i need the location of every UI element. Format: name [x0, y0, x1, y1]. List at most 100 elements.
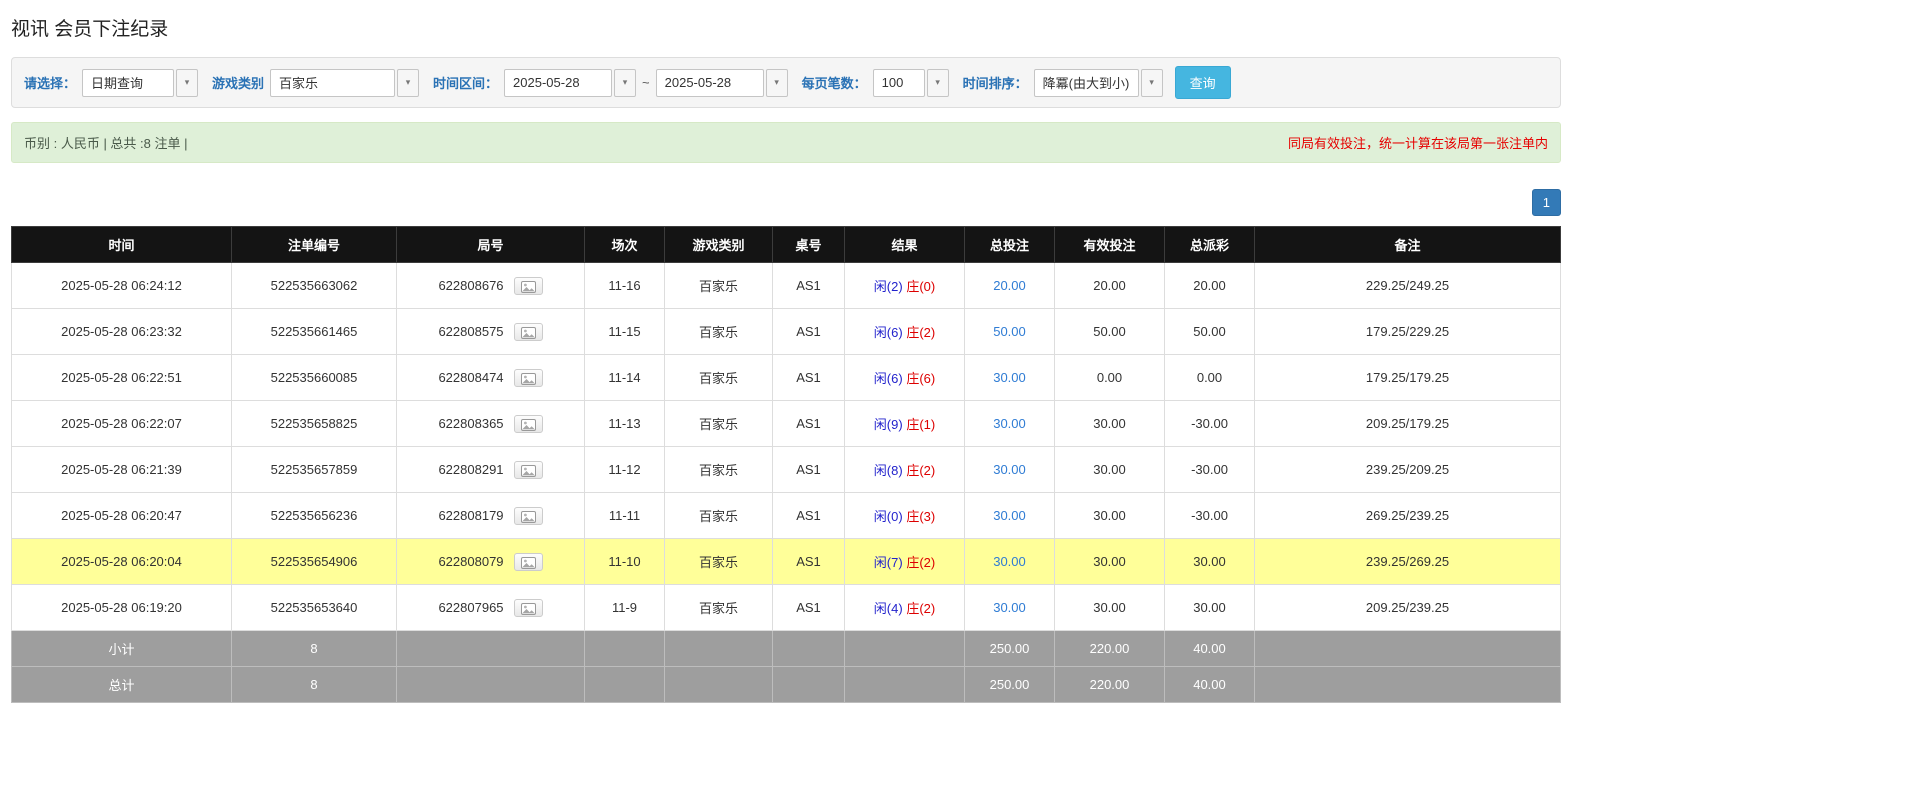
header-result: 结果: [845, 227, 965, 263]
header-session: 场次: [585, 227, 665, 263]
date-type-label: 请选择：: [24, 73, 76, 92]
page-button-1[interactable]: 1: [1532, 189, 1561, 216]
cell-round: 622808676: [397, 263, 585, 309]
table-footer: 小计 8 250.00 220.00 40.00 总计 8 2: [12, 631, 1561, 703]
chevron-down-icon[interactable]: ▾: [1141, 69, 1163, 97]
table-row[interactable]: 2025-05-28 06:23:32 522535661465 6228085…: [12, 309, 1561, 355]
date-from-value[interactable]: 2025-05-28: [504, 69, 612, 97]
cell-total-bet: 30.00: [965, 539, 1055, 585]
cell-result: 闲(4) 庄(2): [845, 585, 965, 631]
round-number: 622808079: [438, 554, 503, 569]
image-icon: [521, 465, 536, 477]
result-banker: 庄(2): [906, 463, 935, 478]
total-bet-link[interactable]: 50.00: [993, 324, 1026, 339]
chevron-down-icon[interactable]: ▾: [397, 69, 419, 97]
cell-time: 2025-05-28 06:23:32: [12, 309, 232, 355]
cell-table-no: AS1: [773, 447, 845, 493]
chevron-down-icon[interactable]: ▾: [176, 69, 198, 97]
round-image-button[interactable]: [514, 461, 543, 479]
table-row[interactable]: 2025-05-28 06:20:04 522535654906 6228080…: [12, 539, 1561, 585]
game-type-value[interactable]: 百家乐: [270, 69, 395, 97]
cell-game-type: 百家乐: [665, 493, 773, 539]
cell-time: 2025-05-28 06:19:20: [12, 585, 232, 631]
page-size-select[interactable]: 100 ▾: [873, 69, 949, 97]
image-icon: [521, 557, 536, 569]
header-table-no: 桌号: [773, 227, 845, 263]
total-bet-link[interactable]: 30.00: [993, 462, 1026, 477]
round-image-button[interactable]: [514, 277, 543, 295]
cell-table-no: AS1: [773, 539, 845, 585]
round-image-button[interactable]: [514, 415, 543, 433]
cell-table-no: AS1: [773, 309, 845, 355]
search-button[interactable]: 查询: [1175, 66, 1231, 99]
cell-bet-id: 522535661465: [232, 309, 397, 355]
table-row[interactable]: 2025-05-28 06:21:39 522535657859 6228082…: [12, 447, 1561, 493]
cell-round: 622808291: [397, 447, 585, 493]
image-icon: [521, 511, 536, 523]
game-type-label: 游戏类别: [212, 73, 264, 92]
sort-select[interactable]: 降冪(由大到小) ▾: [1034, 69, 1163, 97]
table-row[interactable]: 2025-05-28 06:20:47 522535656236 6228081…: [12, 493, 1561, 539]
table-row[interactable]: 2025-05-28 06:22:51 522535660085 6228084…: [12, 355, 1561, 401]
date-to-value[interactable]: 2025-05-28: [656, 69, 764, 97]
date-type-value[interactable]: 日期查询: [82, 69, 174, 97]
sort-label: 时间排序：: [963, 73, 1028, 92]
subtotal-count: 8: [232, 631, 397, 667]
total-bet-link[interactable]: 30.00: [993, 370, 1026, 385]
round-image-button[interactable]: [514, 599, 543, 617]
total-bet-link[interactable]: 30.00: [993, 416, 1026, 431]
total-bet-link[interactable]: 30.00: [993, 600, 1026, 615]
cell-round: 622808079: [397, 539, 585, 585]
cell-time: 2025-05-28 06:24:12: [12, 263, 232, 309]
round-image-button[interactable]: [514, 323, 543, 341]
subtotal-empty: [585, 631, 665, 667]
chevron-down-icon[interactable]: ▾: [927, 69, 949, 97]
subtotal-empty: [773, 631, 845, 667]
page-size-value[interactable]: 100: [873, 69, 925, 97]
result-banker: 庄(3): [906, 509, 935, 524]
header-round: 局号: [397, 227, 585, 263]
cell-bet-id: 522535663062: [232, 263, 397, 309]
date-type-select[interactable]: 日期查询 ▾: [82, 69, 198, 97]
sort-value[interactable]: 降冪(由大到小): [1034, 69, 1139, 97]
subtotal-empty: [1255, 631, 1561, 667]
cell-result: 闲(6) 庄(2): [845, 309, 965, 355]
cell-game-type: 百家乐: [665, 585, 773, 631]
subtotal-empty: [665, 631, 773, 667]
chevron-down-icon[interactable]: ▾: [614, 69, 636, 97]
table-header: 时间 注单编号 局号 场次 游戏类别 桌号 结果 总投注 有效投注 总派彩 备注: [12, 227, 1561, 263]
cell-total-bet: 30.00: [965, 447, 1055, 493]
round-image-button[interactable]: [514, 553, 543, 571]
table-row[interactable]: 2025-05-28 06:19:20 522535653640 6228079…: [12, 585, 1561, 631]
date-to-picker[interactable]: 2025-05-28 ▾: [656, 69, 788, 97]
cell-note: 209.25/179.25: [1255, 401, 1561, 447]
cell-table-no: AS1: [773, 263, 845, 309]
result-player: 闲(9): [874, 417, 903, 432]
round-image-button[interactable]: [514, 369, 543, 387]
grand-total-empty: [665, 667, 773, 703]
image-icon: [521, 603, 536, 615]
grand-total-empty: [1255, 667, 1561, 703]
chevron-down-icon[interactable]: ▾: [766, 69, 788, 97]
date-from-picker[interactable]: 2025-05-28 ▾: [504, 69, 636, 97]
cell-valid-bet: 30.00: [1055, 585, 1165, 631]
cell-note: 239.25/269.25: [1255, 539, 1561, 585]
cell-table-no: AS1: [773, 585, 845, 631]
cell-game-type: 百家乐: [665, 539, 773, 585]
result-banker: 庄(2): [906, 601, 935, 616]
main-container: 视讯 会员下注纪录 请选择： 日期查询 ▾ 游戏类别 百家乐 ▾ 时间区间： 2…: [0, 0, 1560, 723]
cell-payout: 30.00: [1165, 585, 1255, 631]
table-row[interactable]: 2025-05-28 06:24:12 522535663062 6228086…: [12, 263, 1561, 309]
total-bet-link[interactable]: 30.00: [993, 554, 1026, 569]
game-type-select[interactable]: 百家乐 ▾: [270, 69, 419, 97]
cell-payout: -30.00: [1165, 401, 1255, 447]
round-number: 622808474: [438, 370, 503, 385]
cell-total-bet: 50.00: [965, 309, 1055, 355]
round-image-button[interactable]: [514, 507, 543, 525]
result-player: 闲(0): [874, 509, 903, 524]
total-bet-link[interactable]: 20.00: [993, 278, 1026, 293]
result-player: 闲(8): [874, 463, 903, 478]
result-banker: 庄(6): [906, 371, 935, 386]
table-row[interactable]: 2025-05-28 06:22:07 522535658825 6228083…: [12, 401, 1561, 447]
total-bet-link[interactable]: 30.00: [993, 508, 1026, 523]
